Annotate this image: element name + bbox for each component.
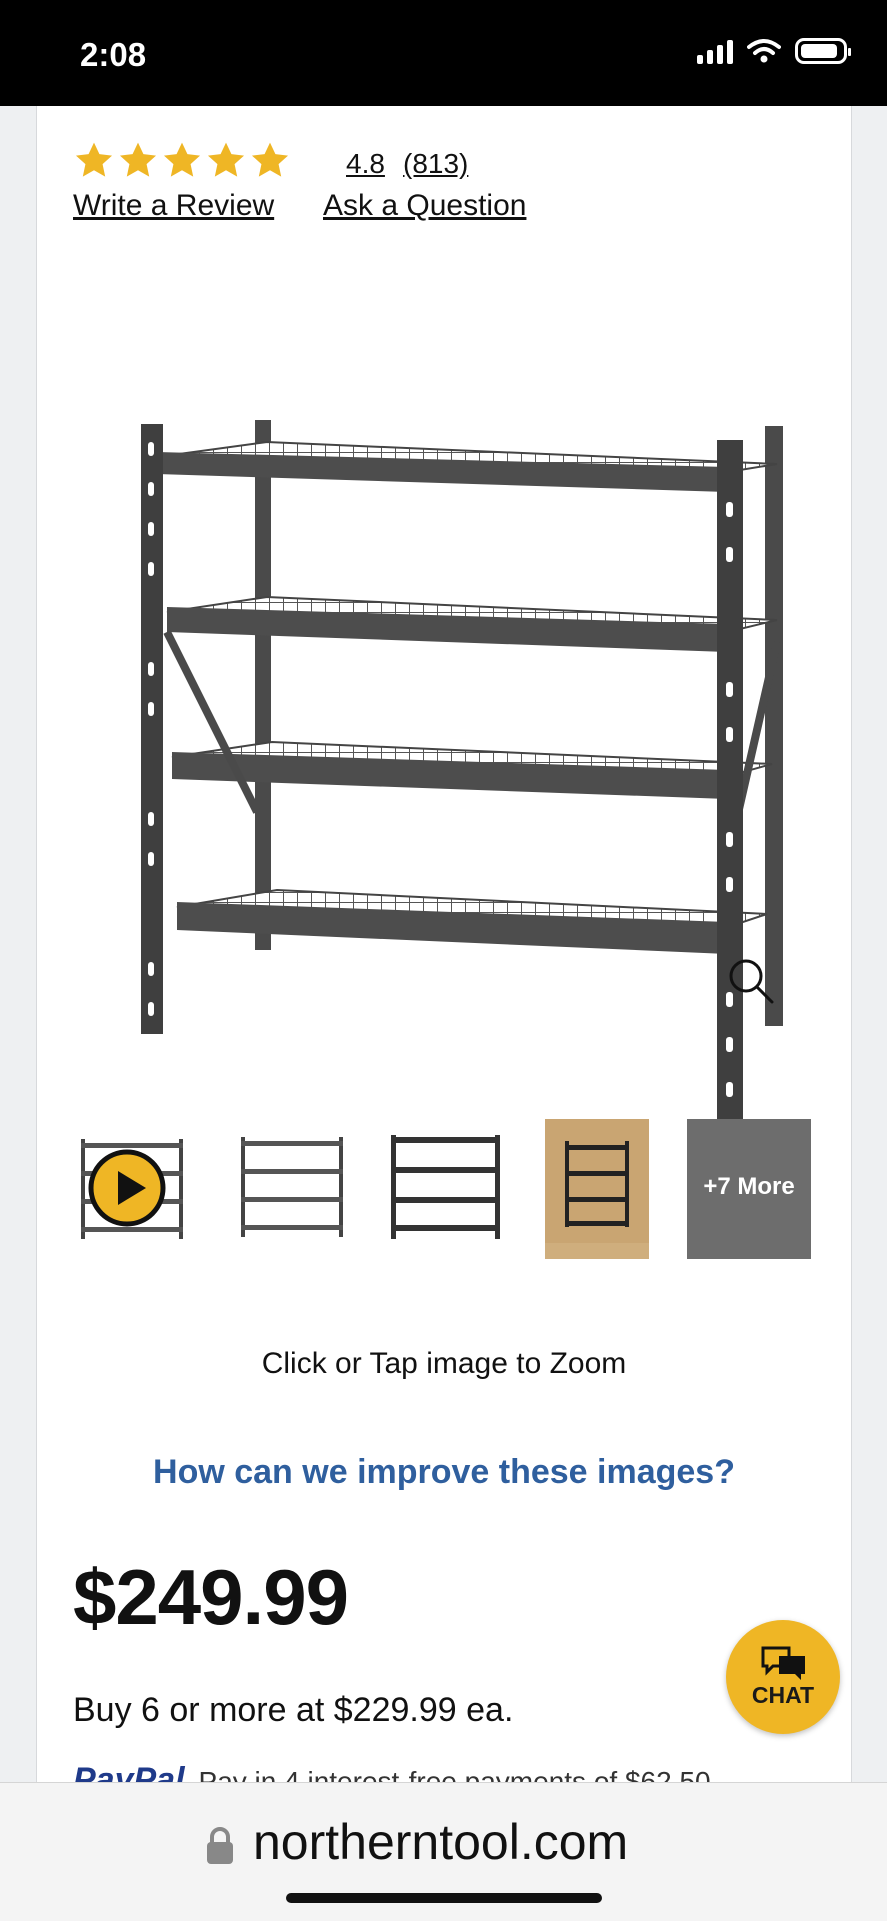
bulk-price-offer: Buy 6 or more at $229.99 ea. — [73, 1691, 514, 1729]
gallery-thumbnail[interactable] — [545, 1119, 649, 1259]
status-bar: 2:08 — [0, 0, 887, 106]
chat-label: CHAT — [751, 1682, 815, 1708]
star-icon — [163, 142, 201, 177]
rating-stars — [73, 140, 291, 182]
chat-button[interactable]: CHAT — [726, 1620, 840, 1734]
status-time: 2:08 — [80, 36, 147, 73]
cellular-signal-icon — [697, 38, 733, 64]
zoom-magnifier-icon[interactable] — [724, 954, 780, 1010]
thumbnail-strip: +7 More — [37, 1119, 851, 1259]
lock-icon — [207, 1827, 233, 1864]
write-review-link[interactable]: Write a Review — [73, 189, 274, 223]
paypal-logo: PayPal — [73, 1761, 185, 1782]
image-feedback-link[interactable]: How can we improve these images? — [37, 1453, 851, 1492]
paypal-text: Pay in 4 interest-free payments of $62.5… — [198, 1766, 711, 1782]
battery-icon — [795, 38, 851, 64]
home-indicator[interactable] — [286, 1893, 602, 1903]
star-icon — [119, 142, 157, 177]
video-thumbnail[interactable] — [73, 1119, 191, 1259]
url-text[interactable]: northerntool.com — [253, 1813, 628, 1871]
status-icons — [697, 38, 851, 64]
play-icon[interactable] — [88, 1149, 166, 1227]
product-card: 4.8 (813) Write a Review Ask a Question — [36, 106, 852, 1782]
more-images-label: +7 More — [703, 1173, 795, 1200]
more-images-thumbnail[interactable]: +7 More — [687, 1119, 811, 1259]
product-image[interactable] — [87, 302, 817, 1172]
star-icon — [251, 142, 289, 177]
gallery-thumbnail[interactable] — [233, 1119, 351, 1259]
rating-value[interactable]: 4.8 — [346, 148, 385, 180]
chat-bubble-icon — [761, 1646, 805, 1680]
star-icon — [207, 142, 245, 177]
star-icon — [75, 142, 113, 177]
zoom-hint: Click or Tap image to Zoom — [261, 1347, 627, 1380]
paypal-installments: PayPal Pay in 4 interest-free payments of… — [73, 1761, 711, 1782]
product-price: $249.99 — [73, 1553, 349, 1641]
rack-thumbnail-icon — [545, 1119, 649, 1243]
wifi-icon — [747, 39, 781, 63]
rack-thumbnail-icon — [391, 1135, 500, 1239]
gallery-thumbnail[interactable] — [385, 1119, 507, 1259]
review-count-link[interactable]: (813) — [403, 148, 468, 180]
rack-thumbnail-icon — [241, 1137, 343, 1237]
ask-question-link[interactable]: Ask a Question — [323, 189, 526, 223]
